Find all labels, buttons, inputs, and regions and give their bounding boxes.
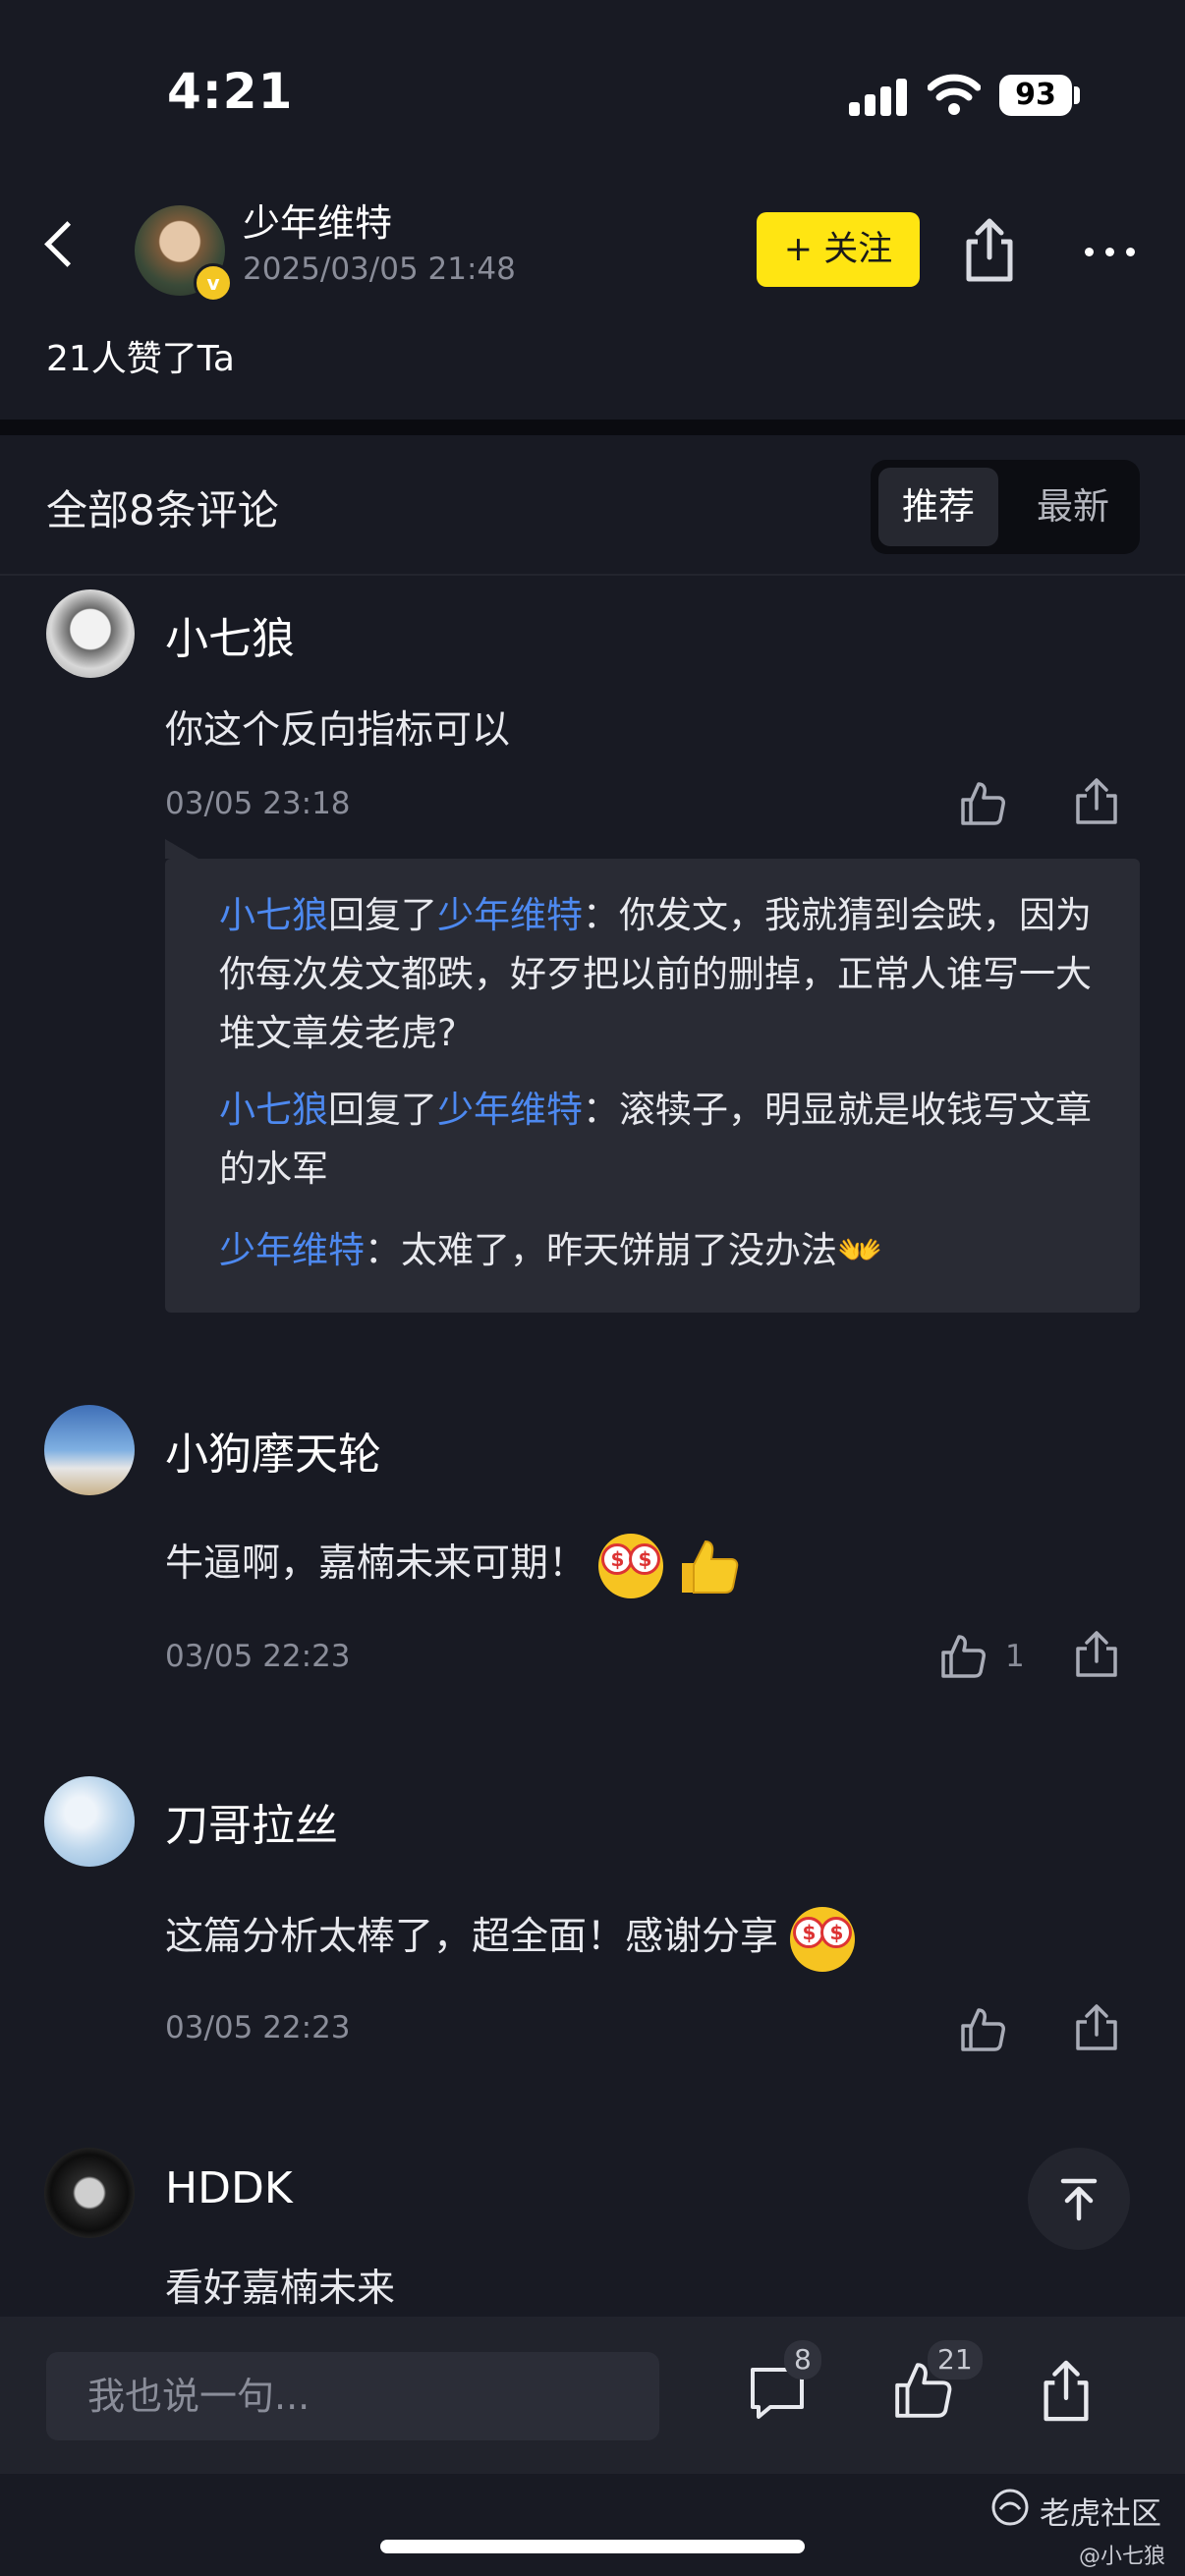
- comment-author[interactable]: 小狗摩天轮: [165, 1419, 381, 1482]
- comment-text: 这篇分析太棒了，超全面！感谢分享: [165, 1906, 856, 1972]
- reply-item[interactable]: 小七狼回复了少年维特：滚犊子，明显就是收钱写文章的水军: [219, 1081, 1094, 1199]
- thumbs-up-icon[interactable]: [939, 1633, 987, 1680]
- comments-count-label: 全部8条评论: [46, 486, 279, 534]
- reply-box-notch: [165, 839, 198, 859]
- wifi-icon: [928, 74, 981, 115]
- comment-date: 03/05 22:23: [165, 1639, 351, 1674]
- back-icon[interactable]: [44, 221, 90, 267]
- reply-to[interactable]: 少年维特: [437, 1089, 583, 1131]
- reply-from[interactable]: 小七狼: [219, 1089, 328, 1131]
- reply-from[interactable]: 小七狼: [219, 894, 328, 936]
- thumbs-up-emoji-icon: [681, 1540, 739, 1594]
- share-icon[interactable]: [1073, 1631, 1120, 1678]
- commenter-avatar[interactable]: [46, 589, 135, 678]
- battery-cap: [1074, 86, 1080, 104]
- share-icon[interactable]: [1073, 2004, 1120, 2051]
- commenter-avatar[interactable]: [44, 1776, 135, 1867]
- reply-verb: 回复了: [328, 894, 437, 936]
- watermark-user: @小七狼: [1079, 2545, 1166, 2569]
- comment-input[interactable]: 我也说一句...: [46, 2352, 659, 2440]
- share-icon[interactable]: [1038, 2360, 1095, 2423]
- section-divider: [0, 420, 1185, 435]
- reply-item[interactable]: 小七狼回复了少年维特：你发文，我就猜到会跌，因为你每次发文都跌，好歹把以前的删掉…: [219, 886, 1094, 1063]
- comment-text-body: 牛逼啊，嘉楠未来可期！: [165, 1541, 588, 1586]
- reply-verb: 回复了: [328, 1089, 437, 1131]
- thumbs-up-icon[interactable]: [959, 2006, 1006, 2053]
- sort-latest-tab[interactable]: 最新: [1012, 468, 1134, 546]
- author-name[interactable]: 少年维特: [243, 193, 392, 247]
- verified-badge-icon: v: [194, 263, 233, 303]
- comment-text: 你这个反向指标可以: [165, 708, 511, 753]
- comment-text: 看好嘉楠未来: [165, 2267, 396, 2311]
- comment-count-badge: 8: [784, 2340, 821, 2380]
- status-time: 4:21: [167, 63, 294, 120]
- reply-item[interactable]: 少年维特：太难了，昨天饼崩了没办法👐: [219, 1221, 1094, 1280]
- comment-author[interactable]: HDDK: [165, 2163, 293, 2213]
- home-indicator: [380, 2540, 805, 2553]
- money-eyes-emoji-icon: [598, 1533, 664, 1598]
- watermark-brand: 老虎社区: [1040, 2496, 1161, 2532]
- commenter-avatar[interactable]: [44, 1405, 135, 1495]
- follow-button[interactable]: + 关注: [757, 212, 920, 287]
- tiger-logo-icon: [991, 2489, 1029, 2526]
- money-eyes-emoji-icon: [790, 1906, 856, 1972]
- commenter-avatar[interactable]: [44, 2148, 135, 2238]
- comment-author[interactable]: 刀哥拉丝: [165, 1790, 338, 1853]
- comment-date: 03/05 22:23: [165, 2010, 351, 2045]
- comment-author[interactable]: 小七狼: [165, 603, 295, 666]
- post-date: 2025/03/05 21:48: [243, 252, 516, 287]
- reply-to[interactable]: 少年维特: [437, 894, 583, 936]
- reply-text: ：太难了，昨天饼崩了没办法👐: [365, 1229, 883, 1271]
- reply-from[interactable]: 少年维特: [219, 1229, 365, 1271]
- arrow-up-icon: [1060, 2178, 1098, 2221]
- sort-recommended-tab[interactable]: 推荐: [878, 468, 998, 546]
- like-count-badge: 21: [928, 2340, 983, 2380]
- battery-indicator: 93: [999, 75, 1072, 116]
- cellular-signal-icon: [849, 79, 908, 116]
- share-icon[interactable]: [1073, 778, 1120, 825]
- likes-summary[interactable]: 21人赞了Ta: [46, 330, 235, 381]
- scroll-to-top-button[interactable]: [1028, 2148, 1130, 2250]
- comment-text-body: 这篇分析太棒了，超全面！感谢分享: [165, 1915, 779, 1959]
- divider-line: [0, 574, 1185, 576]
- more-options-icon[interactable]: [1083, 234, 1138, 267]
- share-icon[interactable]: [961, 218, 1018, 283]
- like-count: 1: [1005, 1639, 1025, 1674]
- comment-date: 03/05 23:18: [165, 786, 351, 821]
- comment-text: 牛逼啊，嘉楠未来可期！: [165, 1533, 741, 1598]
- thumbs-up-icon[interactable]: [959, 780, 1006, 827]
